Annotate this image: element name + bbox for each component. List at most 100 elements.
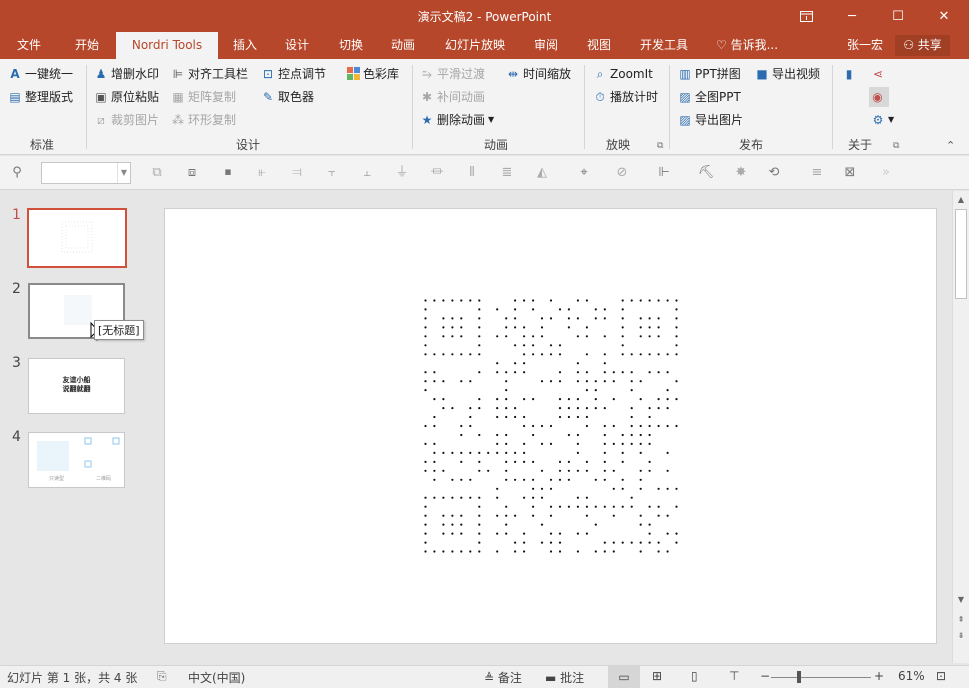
- ring-copy-button[interactable]: ⁂ 环形复制: [171, 110, 236, 130]
- more-icon[interactable]: »: [877, 164, 895, 182]
- smooth-transition-button[interactable]: ⥲ 平滑过渡: [420, 64, 485, 84]
- qr-dot: [558, 469, 562, 472]
- export-video-button[interactable]: ■ 导出视频: [755, 64, 820, 84]
- user-name[interactable]: 张一宏: [847, 32, 883, 59]
- minimize-button[interactable]: ─: [829, 0, 875, 32]
- color-library-button[interactable]: 色彩库: [346, 64, 399, 84]
- tidy-layout-button[interactable]: ▤ 整理版式: [8, 87, 73, 107]
- normal-view-button[interactable]: ▭: [608, 666, 640, 688]
- zoomit-button[interactable]: ⌕ ZoomIt: [593, 64, 653, 84]
- tween-animation-button[interactable]: ✱ 补间动画: [420, 87, 485, 107]
- crop-picture-button[interactable]: ⧄ 裁剪图片: [94, 110, 159, 130]
- position-icon[interactable]: ⌖: [575, 164, 593, 182]
- scroll-down-arrow-icon[interactable]: ▼: [953, 593, 969, 607]
- dialog-launcher-icon[interactable]: ⧉: [893, 141, 899, 151]
- color-picker-button[interactable]: ✎ 取色器: [261, 87, 314, 107]
- paste-in-place-button[interactable]: ▣ 原位粘贴: [94, 87, 159, 107]
- select-same-icon[interactable]: ⧈: [183, 164, 201, 182]
- tab-home[interactable]: 开始: [62, 32, 112, 59]
- slideshow-button[interactable]: ⊤: [729, 669, 739, 683]
- arrange-icon[interactable]: ⊩: [655, 164, 673, 182]
- tab-design[interactable]: 设计: [274, 32, 320, 59]
- qr-dot: [621, 460, 624, 463]
- align-bottom-icon[interactable]: ⫠: [358, 164, 376, 182]
- tab-developer[interactable]: 开发工具: [632, 32, 696, 59]
- play-timer-button[interactable]: ⏱ 播放计时: [593, 87, 658, 107]
- tab-view[interactable]: 视图: [577, 32, 621, 59]
- close-button[interactable]: ✕: [921, 0, 967, 32]
- zoom-in-button[interactable]: +: [874, 669, 884, 683]
- effects-icon[interactable]: ✸: [732, 164, 750, 182]
- maximize-button[interactable]: ☐: [875, 0, 921, 32]
- language-indicator[interactable]: 中文(中国): [188, 669, 245, 686]
- align-left-icon[interactable]: ⫦: [253, 164, 271, 182]
- full-image-ppt-button[interactable]: ▨ 全图PPT: [678, 87, 740, 107]
- align-right-icon[interactable]: ⫤: [288, 164, 306, 182]
- flip-icon[interactable]: ◭: [533, 164, 551, 182]
- toggle-button[interactable]: ◉: [869, 87, 889, 107]
- settings-button[interactable]: ⚙ ▼: [871, 110, 895, 130]
- tab-slideshow[interactable]: 幻灯片放映: [440, 32, 510, 59]
- previous-slide-icon[interactable]: ⇞: [953, 613, 969, 627]
- merge-shapes-icon[interactable]: ⊘: [613, 164, 631, 182]
- slide-thumbnail-1[interactable]: [27, 208, 127, 268]
- vertical-scrollbar[interactable]: ▲ ▼ ⇞ ⇟: [952, 191, 969, 663]
- time-scale-button[interactable]: ⇹ 时间缩放: [506, 64, 571, 84]
- zoom-slider-track[interactable]: [771, 677, 871, 678]
- slide-sorter-button[interactable]: ⊞: [652, 669, 662, 683]
- scrollbar-thumb[interactable]: [955, 209, 967, 299]
- next-slide-icon[interactable]: ⇟: [953, 629, 969, 643]
- animation-painter-icon[interactable]: ⏹: [219, 164, 237, 182]
- control-points-button[interactable]: ⊡ 控点调节: [261, 64, 326, 84]
- spellcheck-icon[interactable]: ⎘: [157, 669, 167, 684]
- text-box-icon[interactable]: ⊠: [841, 164, 859, 182]
- matrix-copy-button[interactable]: ▦ 矩阵复制: [171, 87, 236, 107]
- qr-dot: [460, 532, 463, 535]
- distribute-horizontal-icon[interactable]: ⦀: [463, 164, 481, 182]
- zoom-level[interactable]: 61%: [898, 669, 925, 683]
- delete-animation-button[interactable]: ★ 删除动画 ▼: [420, 110, 495, 130]
- qr-code-graphic[interactable]: [165, 209, 938, 645]
- export-image-button[interactable]: ▨ 导出图片: [678, 110, 743, 130]
- align-center-icon[interactable]: ⏚: [393, 164, 411, 182]
- watermark-button[interactable]: ♟ 增删水印: [94, 64, 159, 84]
- tab-nordri-tools[interactable]: Nordri Tools: [116, 32, 218, 59]
- current-slide[interactable]: [164, 208, 937, 644]
- tell-me-box[interactable]: ♡ 告诉我...: [716, 32, 778, 59]
- slide-thumbnail-3[interactable]: 友谊小船 说翻就翻: [28, 358, 125, 414]
- comments-button[interactable]: ▬ 批注: [545, 669, 584, 686]
- reading-view-button[interactable]: ▯: [691, 669, 698, 683]
- collapse-ribbon-icon[interactable]: ⌃: [946, 139, 955, 152]
- scroll-up-arrow-icon[interactable]: ▲: [953, 193, 969, 207]
- zoom-out-button[interactable]: −: [760, 669, 770, 683]
- qr-dot: [514, 308, 517, 311]
- toolbar-settings-icon[interactable]: ⚲: [8, 164, 26, 182]
- tab-review[interactable]: 审阅: [524, 32, 568, 59]
- share-button[interactable]: ⚇ 共享: [895, 35, 950, 56]
- tab-transitions[interactable]: 切换: [328, 32, 374, 59]
- align-middle-icon[interactable]: ⏛: [428, 164, 446, 182]
- notes-button[interactable]: ≜ 备注: [484, 669, 522, 686]
- tab-insert[interactable]: 插入: [222, 32, 268, 59]
- shapes-icon[interactable]: ⟲: [765, 164, 783, 182]
- text-align-icon[interactable]: ≡: [808, 164, 826, 182]
- slide-thumbnail-4[interactable]: 只读型 二维码: [28, 432, 125, 488]
- ribbon-display-options-button[interactable]: [783, 0, 829, 32]
- about-book-button[interactable]: ▮: [842, 64, 859, 84]
- group-objects-icon[interactable]: ⧉: [148, 164, 166, 182]
- align-top-icon[interactable]: ⫟: [323, 164, 341, 182]
- format-painter-icon[interactable]: ⛏: [697, 164, 715, 182]
- fit-to-window-button[interactable]: ⊡: [936, 669, 946, 683]
- align-toolbar-button[interactable]: ⊫ 对齐工具栏: [171, 64, 248, 84]
- tab-file[interactable]: 文件: [6, 32, 52, 59]
- dialog-launcher-icon[interactable]: ⧉: [657, 141, 663, 151]
- one-click-unify-button[interactable]: A 一键统一: [8, 64, 73, 84]
- toolbar-combo[interactable]: ▼: [41, 162, 131, 184]
- qr-dot: [657, 550, 660, 553]
- tab-animations[interactable]: 动画: [380, 32, 426, 59]
- share-tool-button[interactable]: ⋖: [871, 64, 888, 84]
- zoom-slider-thumb[interactable]: [797, 671, 802, 683]
- distribute-vertical-icon[interactable]: ≣: [498, 164, 516, 182]
- ppt-collage-button[interactable]: ▥ PPT拼图: [678, 64, 740, 84]
- watermark-label: 增删水印: [111, 67, 160, 81]
